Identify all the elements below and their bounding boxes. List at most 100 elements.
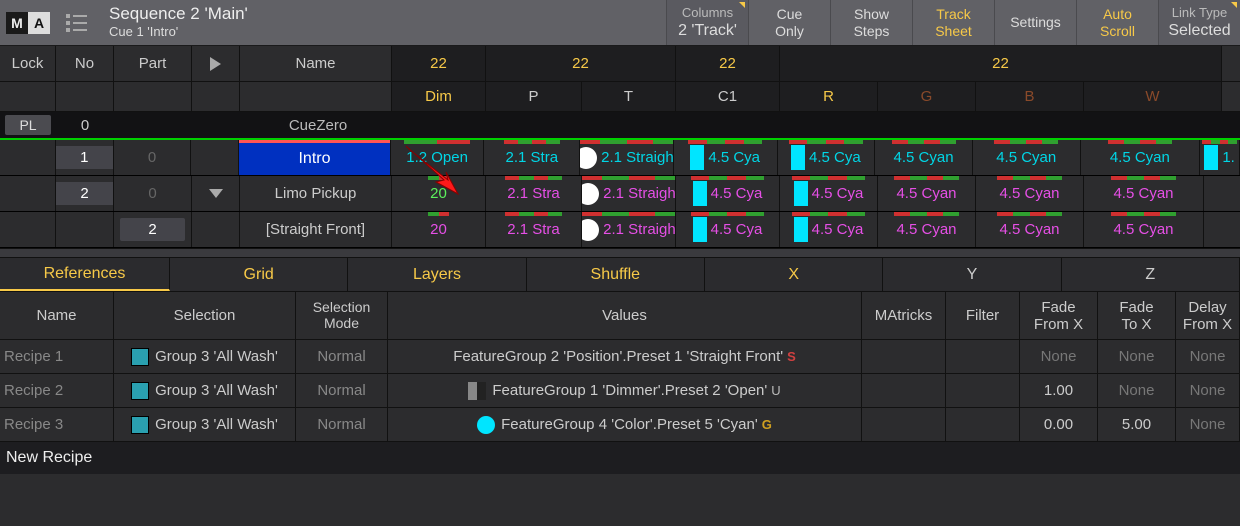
cue-only-button[interactable]: Cue Only (748, 0, 830, 45)
track-sheet-button[interactable]: Track Sheet (912, 0, 994, 45)
track-value: 2.1 Stra (506, 149, 559, 166)
tab-shuffle[interactable]: Shuffle (527, 258, 705, 291)
track-value: 4.5 Cyan (1113, 221, 1173, 238)
track-value: 1. (1222, 149, 1235, 166)
track-value: 4.5 Cyan (896, 185, 956, 202)
logo-m-icon: M (6, 12, 28, 34)
track-value: 2.1 Straight (603, 185, 676, 202)
track-value: 2.1 Straight (601, 149, 674, 166)
col-w[interactable]: W (1084, 82, 1222, 111)
recipe-name: Recipe 2 (0, 374, 114, 407)
track-value: 4.5 Cya (809, 149, 861, 166)
cue-number: 2 (56, 182, 114, 205)
col-ch-3[interactable]: 22 (676, 46, 780, 81)
color-icon (477, 416, 495, 434)
col-ch-1[interactable]: 22 (392, 46, 486, 81)
col-play[interactable] (192, 46, 240, 81)
recipe-header: Name Selection Selection Mode Values MAt… (0, 292, 1240, 340)
expand-down-icon[interactable] (209, 189, 223, 198)
tab-grid[interactable]: Grid (170, 258, 348, 291)
track-value: 4.5 Cyan (896, 221, 956, 238)
top-bar: M A Sequence 2 'Main' Cue 1 'Intro' Colu… (0, 0, 1240, 46)
cue-zero-row[interactable]: PL 0 CueZero (0, 112, 1240, 140)
selection-swatch-icon (131, 416, 149, 434)
cue-number: 1 (56, 146, 114, 169)
col-dim[interactable]: Dim (392, 82, 486, 111)
col-part[interactable]: Part (114, 46, 192, 81)
new-recipe-button[interactable]: New Recipe (0, 442, 1240, 474)
level-bar (690, 145, 704, 170)
rc-col-mode[interactable]: Selection Mode (296, 292, 388, 339)
selection-swatch-icon (131, 382, 149, 400)
track-value: 4.5 Cya (812, 221, 864, 238)
rc-col-fade-from-x[interactable]: Fade From X (1020, 292, 1098, 339)
cuezero-no: 0 (56, 112, 114, 138)
settings-button[interactable]: Settings (994, 0, 1076, 45)
col-ch-2[interactable]: 22 (486, 46, 676, 81)
recipe-mode: Normal (296, 408, 388, 441)
level-bar (693, 181, 707, 206)
title-block[interactable]: Sequence 2 'Main' Cue 1 'Intro' (97, 0, 260, 45)
tab-references[interactable]: References (0, 258, 170, 291)
recipe-delay-from-x: None (1176, 408, 1240, 441)
tab-y[interactable]: Y (883, 258, 1061, 291)
col-p[interactable]: P (486, 82, 582, 111)
cue-row[interactable]: 20Limo Pickup202.1 Stra2.1 Straight4.5 C… (0, 176, 1240, 212)
recipe-delay-from-x: None (1176, 340, 1240, 373)
recipe-matricks (862, 340, 946, 373)
col-lock[interactable]: Lock (0, 46, 56, 81)
link-type-button[interactable]: Link Type Selected (1158, 0, 1240, 45)
dim-value: 1.2 Open (406, 149, 468, 166)
recipe-fade-to-x: 5.00 (1098, 408, 1176, 441)
cue-row[interactable]: 10Intro1.2 Open2.1 Stra2.1 Straight4.5 C… (0, 140, 1240, 176)
app-logo: M A (0, 0, 56, 45)
col-no[interactable]: No (56, 46, 114, 81)
recipe-matricks (862, 374, 946, 407)
recipe-table: Name Selection Selection Mode Values MAt… (0, 292, 1240, 474)
rc-col-name[interactable]: Name (0, 292, 114, 339)
rc-col-filter[interactable]: Filter (946, 292, 1020, 339)
track-value: 4.5 Cya (708, 149, 760, 166)
recipe-row[interactable]: Recipe 1Group 3 'All Wash'NormalFeatureG… (0, 340, 1240, 374)
columns-button[interactable]: Columns 2 'Track' (666, 0, 748, 45)
col-name[interactable]: Name (240, 46, 392, 81)
menu-list-icon[interactable] (56, 0, 97, 45)
col-ch-4[interactable]: 22 (780, 46, 1222, 81)
track-value: 4.5 Cyan (1110, 149, 1170, 166)
col-t[interactable]: T (582, 82, 676, 111)
track-value: 4.5 Cyan (1113, 185, 1173, 202)
recipe-mode: Normal (296, 340, 388, 373)
rc-col-values[interactable]: Values (388, 292, 862, 339)
track-value: 4.5 Cya (711, 185, 763, 202)
cue-rows: 10Intro1.2 Open2.1 Stra2.1 Straight4.5 C… (0, 140, 1240, 248)
rc-col-delay-from-x[interactable]: Delay From X (1176, 292, 1240, 339)
rc-col-selection[interactable]: Selection (114, 292, 296, 339)
recipe-row[interactable]: Recipe 3Group 3 'All Wash'NormalFeatureG… (0, 408, 1240, 442)
color-dot-icon (580, 147, 597, 169)
col-b[interactable]: B (976, 82, 1084, 111)
col-g[interactable]: G (878, 82, 976, 111)
tab-z[interactable]: Z (1062, 258, 1240, 291)
rc-col-fade-to-x[interactable]: Fade To X (1098, 292, 1176, 339)
cue-name: Intro (239, 140, 390, 175)
tab-layers[interactable]: Layers (348, 258, 526, 291)
recipe-row[interactable]: Recipe 2Group 3 'All Wash'NormalFeatureG… (0, 374, 1240, 408)
recipe-mode: Normal (296, 374, 388, 407)
show-steps-button[interactable]: Show Steps (830, 0, 912, 45)
tab-x[interactable]: X (705, 258, 883, 291)
track-value: 4.5 Cyan (996, 149, 1056, 166)
auto-scroll-button[interactable]: Auto Scroll (1076, 0, 1158, 45)
splitter-handle[interactable] (0, 248, 1240, 258)
cue-name: [Straight Front] (240, 212, 391, 247)
track-value: 2.1 Stra (507, 185, 560, 202)
recipe-fade-to-x: None (1098, 340, 1176, 373)
col-c1[interactable]: C1 (676, 82, 780, 111)
dimmer-icon (468, 382, 486, 400)
recipe-values: FeatureGroup 2 'Position'.Preset 1 'Stra… (388, 340, 862, 373)
cue-row[interactable]: 2[Straight Front]202.1 Stra2.1 Straight4… (0, 212, 1240, 248)
col-r[interactable]: R (780, 82, 878, 111)
recipe-fade-to-x: None (1098, 374, 1176, 407)
rc-col-matricks[interactable]: MAtricks (862, 292, 946, 339)
level-bar (794, 217, 808, 242)
pl-badge: PL (5, 115, 51, 135)
